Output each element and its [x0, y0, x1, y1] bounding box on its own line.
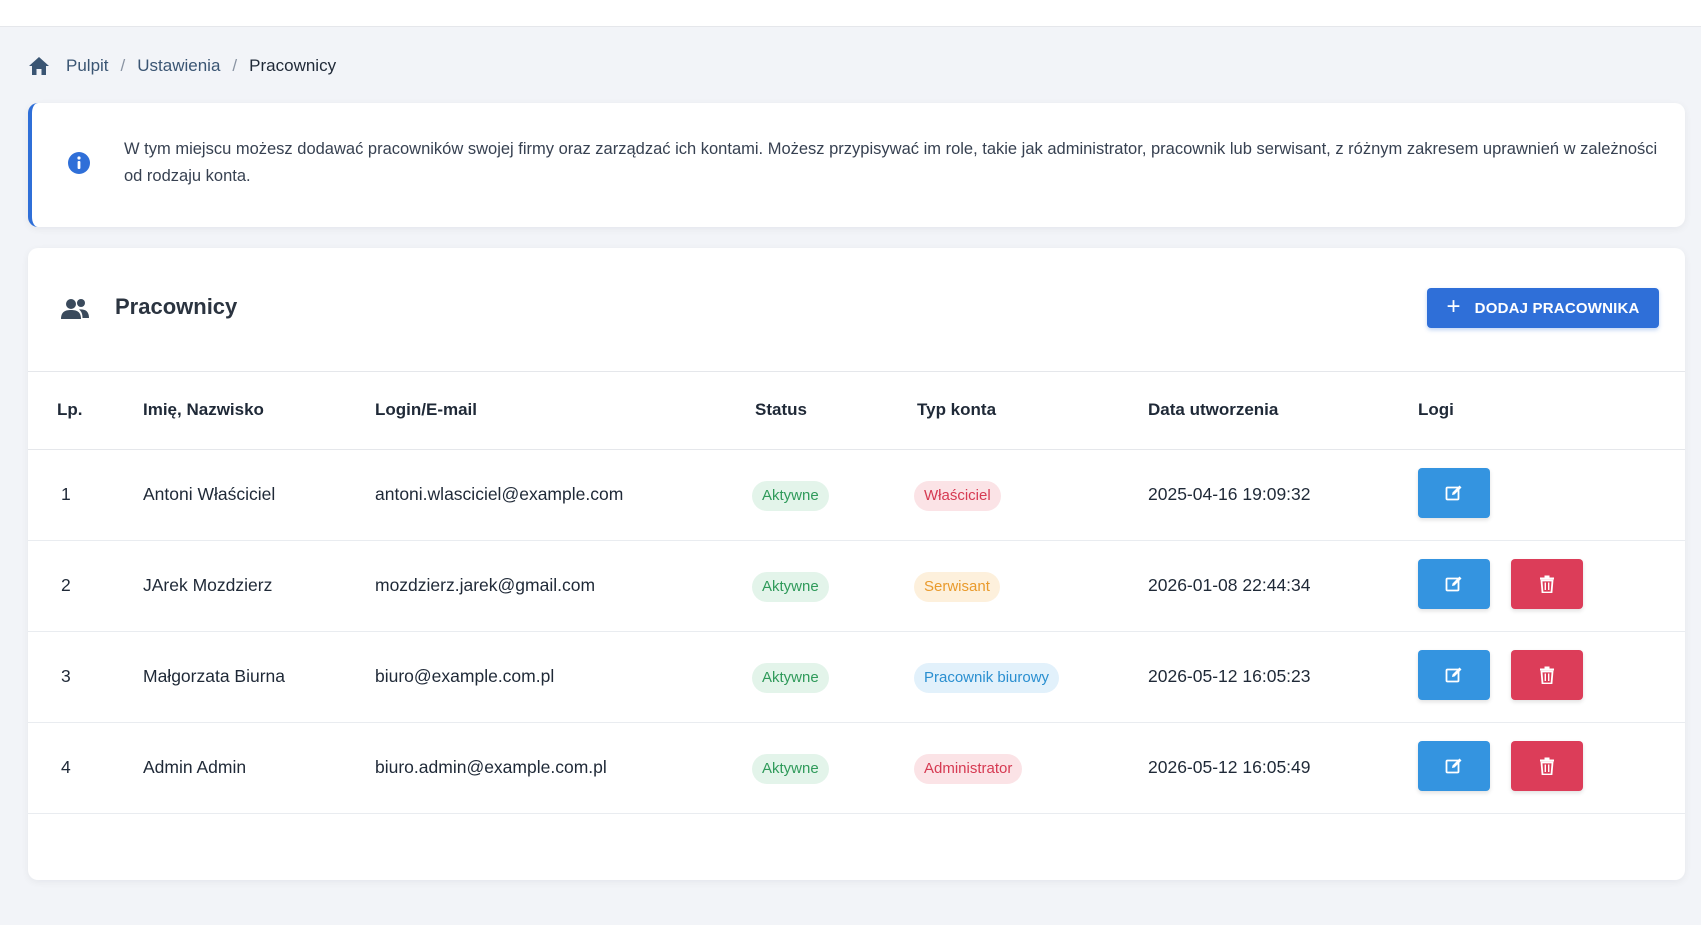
column-header-name: Imię, Nazwisko	[143, 400, 264, 419]
column-header-created: Data utworzenia	[1148, 400, 1279, 419]
row-email: biuro.admin@example.com.pl	[375, 757, 607, 777]
row-name: Małgorzata Biurna	[143, 666, 286, 686]
card-header: Pracownicy + DODAJ PRACOWNIKA	[28, 248, 1685, 372]
row-created-date: 2026-05-12 16:05:23	[1148, 666, 1311, 686]
row-lp: 3	[61, 666, 71, 686]
row-name: Antoni Właściciel	[143, 484, 276, 504]
edit-icon	[1445, 667, 1462, 683]
delete-button[interactable]	[1511, 559, 1583, 609]
row-lp: 1	[61, 484, 71, 504]
table-row: 4 Admin Admin biuro.admin@example.com.pl…	[28, 723, 1685, 814]
row-lp: 4	[61, 757, 71, 777]
breadcrumb-link-pulpit[interactable]: Pulpit	[66, 56, 109, 76]
info-icon	[67, 151, 91, 175]
edit-icon	[1445, 576, 1462, 592]
info-text: W tym miejscu możesz dodawać pracowników…	[124, 140, 1658, 185]
table-row: 1 Antoni Właściciel antoni.wlasciciel@ex…	[28, 450, 1685, 541]
breadcrumb-current: Pracownicy	[249, 56, 337, 75]
users-icon	[60, 297, 90, 321]
info-alert: W tym miejscu możesz dodawać pracowników…	[28, 103, 1685, 227]
row-name: Admin Admin	[143, 757, 247, 777]
edit-button[interactable]	[1418, 468, 1490, 518]
card-title: Pracownicy	[115, 294, 238, 319]
table-row: 3 Małgorzata Biurna biuro@example.com.pl…	[28, 632, 1685, 723]
row-created-date: 2026-01-08 22:44:34	[1148, 575, 1311, 595]
account-type-badge: Serwisant	[914, 572, 1000, 602]
status-badge: Aktywne	[752, 572, 829, 602]
top-bar	[0, 0, 1701, 27]
column-header-type: Typ konta	[917, 400, 997, 419]
edit-button[interactable]	[1418, 650, 1490, 700]
row-created-date: 2025-04-16 19:09:32	[1148, 484, 1311, 504]
column-header-logs: Logi	[1418, 400, 1454, 419]
row-name: JArek Mozdzierz	[143, 575, 273, 595]
trash-icon	[1540, 757, 1554, 775]
status-badge: Aktywne	[752, 754, 829, 784]
edit-icon	[1445, 758, 1462, 774]
column-header-lp: Lp.	[57, 400, 83, 419]
status-badge: Aktywne	[752, 663, 829, 693]
status-badge: Aktywne	[752, 481, 829, 511]
plus-icon: +	[1446, 293, 1461, 320]
column-header-email: Login/E-mail	[375, 400, 477, 419]
delete-button[interactable]	[1511, 650, 1583, 700]
account-type-badge: Właściciel	[914, 481, 1001, 511]
account-type-badge: Administrator	[914, 754, 1023, 784]
home-icon[interactable]	[28, 55, 50, 77]
row-email: antoni.wlasciciel@example.com	[375, 484, 624, 504]
breadcrumb: Pulpit / Ustawienia / Pracownicy	[28, 54, 336, 78]
row-email: mozdzierz.jarek@gmail.com	[375, 575, 596, 595]
account-type-badge: Pracownik biurowy	[914, 663, 1060, 693]
employees-card: Pracownicy + DODAJ PRACOWNIKA Lp. Imię, …	[28, 248, 1685, 880]
edit-button[interactable]	[1418, 741, 1490, 791]
delete-button[interactable]	[1511, 741, 1583, 791]
breadcrumb-separator: /	[120, 56, 126, 75]
breadcrumb-separator: /	[232, 56, 238, 75]
table-row: 2 JArek Mozdzierz mozdzierz.jarek@gmail.…	[28, 541, 1685, 632]
breadcrumb-link-ustawienia[interactable]: Ustawienia	[137, 56, 220, 76]
column-header-status: Status	[755, 400, 807, 419]
row-email: biuro@example.com.pl	[375, 666, 555, 686]
row-lp: 2	[61, 575, 71, 595]
edit-icon	[1445, 485, 1462, 501]
edit-button[interactable]	[1418, 559, 1490, 609]
add-employee-button[interactable]: + DODAJ PRACOWNIKA	[1427, 288, 1659, 328]
add-employee-label: DODAJ PRACOWNIKA	[1474, 299, 1640, 317]
trash-icon	[1540, 666, 1554, 684]
table-header: Lp. Imię, Nazwisko Login/E-mail Status T…	[28, 372, 1685, 450]
trash-icon	[1540, 575, 1554, 593]
row-created-date: 2026-05-12 16:05:49	[1148, 757, 1311, 777]
